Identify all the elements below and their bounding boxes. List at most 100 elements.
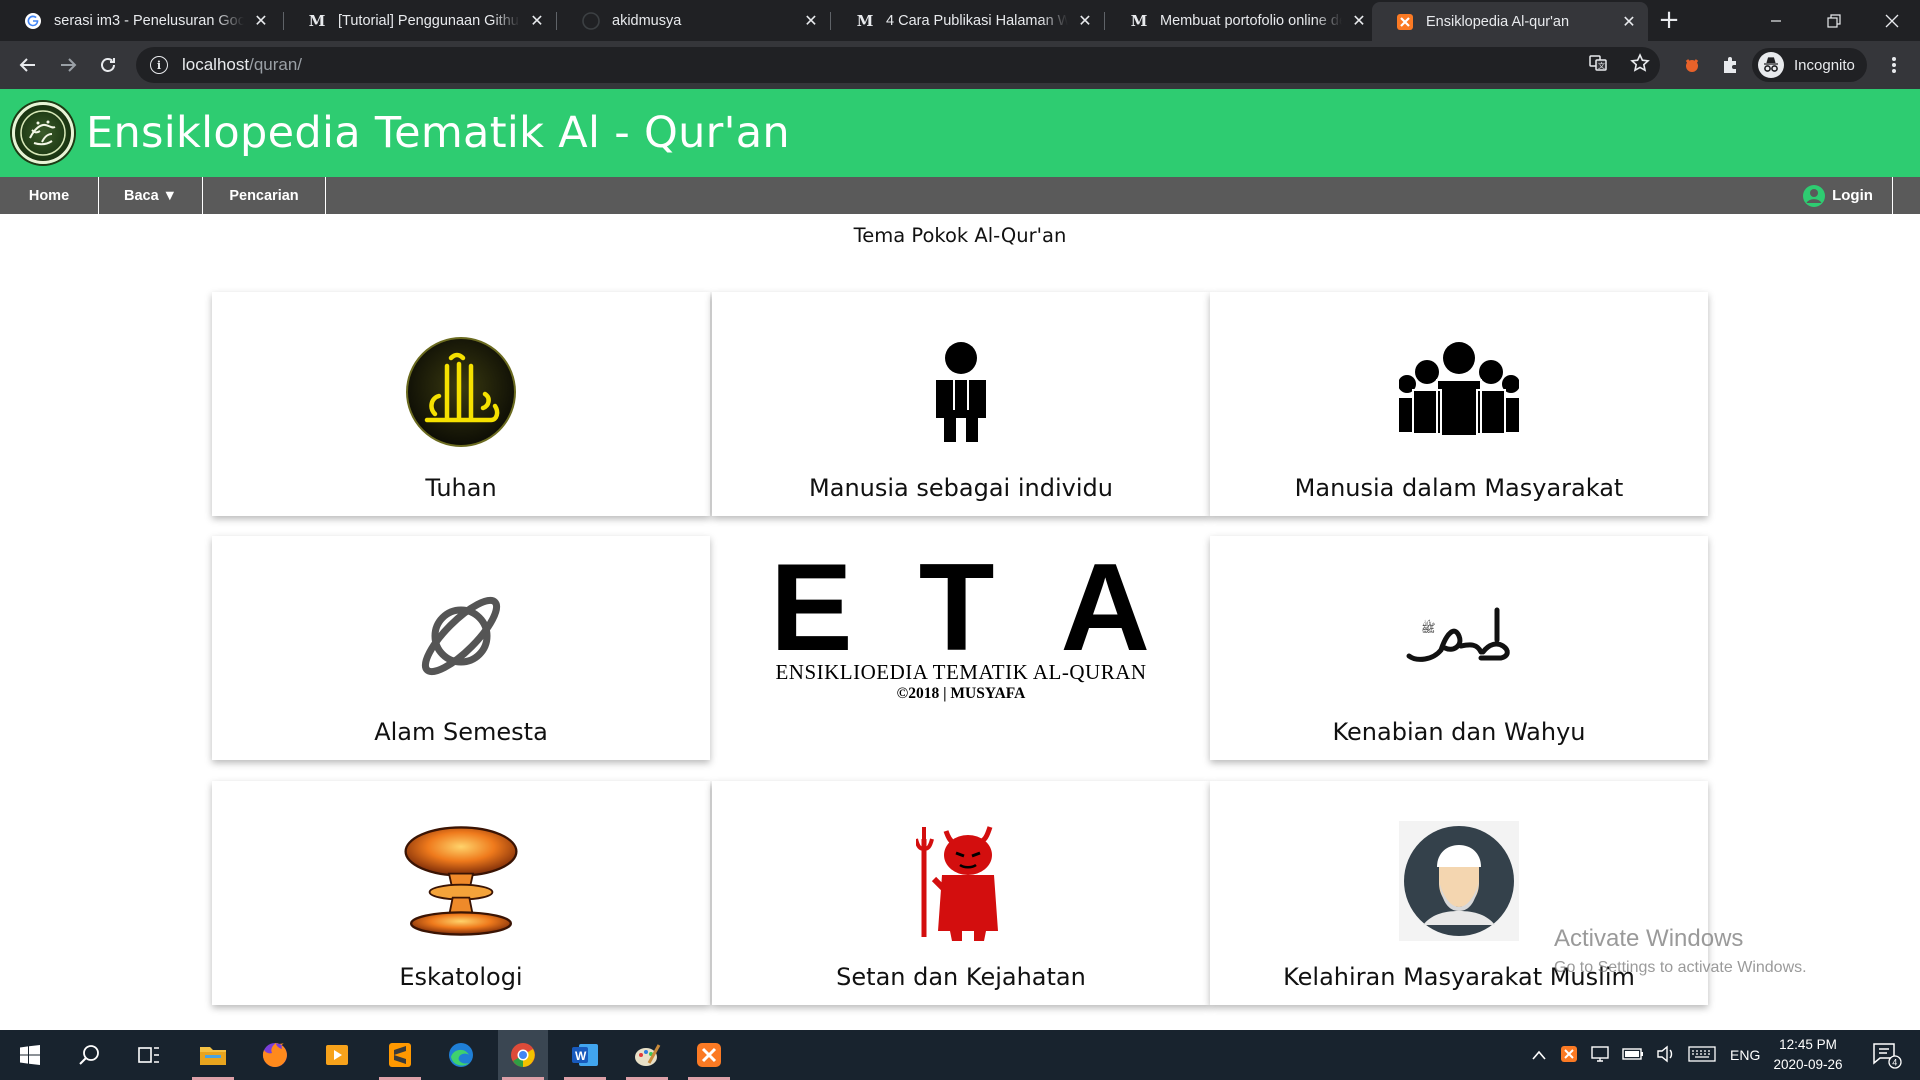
address-bar[interactable]: i localhost/quran/ 文 (136, 47, 1660, 83)
group-icon (1399, 332, 1519, 452)
browser-tab[interactable]: M [Tutorial] Penggunaan Github ✕ (284, 0, 556, 41)
chrome-menu-icon[interactable] (1880, 51, 1908, 79)
theme-card-kenabian[interactable]: ﷺ Kenabian dan Wahyu (1210, 536, 1708, 760)
theme-card-manusia-individu[interactable]: Manusia sebagai individu (712, 292, 1210, 516)
sublime-text-icon[interactable] (375, 1030, 425, 1080)
clock-date: 2020-09-26 (1773, 1057, 1843, 1072)
activate-windows-watermark: Activate Windows Go to Settings to activ… (1554, 925, 1807, 977)
volume-icon[interactable] (1656, 1045, 1676, 1066)
devil-icon (901, 821, 1021, 941)
reload-icon[interactable] (94, 51, 122, 79)
browser-tab[interactable]: M Membuat portofolio online dengan ✕ (1106, 0, 1378, 41)
eta-logo: E T A ENSIKLIOEDIA TEMATIK AL-QURAN ©201… (712, 536, 1210, 760)
incognito-label: Incognito (1794, 56, 1855, 74)
svg-text:ﷺ: ﷺ (1421, 619, 1436, 635)
close-tab-icon[interactable]: ✕ (1076, 11, 1094, 31)
close-tab-icon[interactable]: ✕ (252, 11, 270, 31)
close-tab-icon[interactable]: ✕ (802, 11, 820, 31)
close-tab-icon[interactable]: ✕ (528, 11, 546, 31)
xampp-icon (1396, 13, 1414, 31)
site-header: Ensiklopedia Tematik Al - Qur'an (0, 89, 1920, 177)
nav-pencarian[interactable]: Pencarian (203, 177, 326, 214)
back-icon[interactable] (14, 51, 42, 79)
word-icon[interactable]: W (560, 1030, 610, 1080)
tab-title: serasi im3 - Penelusuran Google (54, 12, 244, 29)
incognito-icon (1758, 52, 1784, 78)
network-icon[interactable] (1590, 1045, 1610, 1066)
notification-count: 4 (1892, 1058, 1897, 1068)
clock-time: 12:45 PM (1779, 1037, 1837, 1052)
windows-taskbar: W ENG 12:45 PM 2020-09-26 4 (0, 1030, 1920, 1080)
tray-overflow-icon[interactable] (1532, 1047, 1546, 1063)
close-tab-icon[interactable]: ✕ (1350, 11, 1368, 31)
bookmark-star-icon[interactable] (1630, 53, 1650, 77)
watermark-title: Activate Windows (1554, 925, 1744, 952)
browser-tab[interactable]: akidmusya ✕ (558, 0, 830, 41)
svg-text:W: W (575, 1049, 587, 1063)
theme-card-tuhan[interactable]: Tuhan (212, 292, 710, 516)
login-button[interactable]: Login (1783, 177, 1893, 214)
new-tab-button[interactable]: + (1656, 7, 1682, 34)
github-icon (582, 11, 600, 30)
notification-center-icon[interactable]: 4 (1862, 1030, 1912, 1080)
card-label: Kenabian dan Wahyu (1332, 718, 1586, 746)
muslim-avatar-icon (1399, 821, 1519, 941)
quran-logo-icon[interactable] (12, 102, 74, 164)
theme-card-eskatologi[interactable]: Eskatologi (212, 781, 710, 1005)
allah-calligraphy-icon (401, 332, 521, 452)
search-icon[interactable] (64, 1030, 114, 1080)
theme-card-manusia-masyarakat[interactable]: Manusia dalam Masyarakat (1210, 292, 1708, 516)
eta-letter: A (1060, 539, 1150, 677)
planet-icon (401, 576, 521, 696)
browser-tab[interactable]: serasi im3 - Penelusuran Google ✕ (0, 0, 280, 41)
task-view-icon[interactable] (124, 1030, 174, 1080)
nav-baca-dropdown[interactable]: Baca ▼ (99, 177, 203, 214)
tray-xampp-icon[interactable] (1560, 1045, 1578, 1066)
tab-title: Membuat portofolio online dengan (1160, 12, 1342, 29)
person-icon (901, 332, 1021, 452)
tab-title: akidmusya (612, 12, 682, 29)
file-explorer-icon[interactable] (188, 1030, 238, 1080)
browser-toolbar: i localhost/quran/ 文 Incognito (0, 41, 1920, 89)
medium-icon: M (1130, 11, 1148, 30)
login-label: Login (1832, 187, 1873, 204)
incognito-indicator[interactable]: Incognito (1752, 48, 1867, 82)
browser-tab-active[interactable]: Ensiklopedia Al-qur'an ✕ (1372, 2, 1648, 41)
paint-icon[interactable] (622, 1030, 672, 1080)
close-window-button[interactable] (1864, 0, 1920, 41)
theme-card-alam-semesta[interactable]: Alam Semesta (212, 536, 710, 760)
firefox-icon[interactable] (250, 1030, 300, 1080)
restore-button[interactable] (1806, 0, 1862, 41)
battery-icon[interactable] (1622, 1047, 1644, 1064)
extensions-puzzle-icon[interactable] (1716, 51, 1744, 79)
windows-start-icon[interactable] (5, 1030, 55, 1080)
medium-icon: M (856, 11, 874, 30)
extension-fox-icon[interactable] (1678, 51, 1706, 79)
card-label: Eskatologi (399, 963, 523, 991)
main-nav: Home Baca ▼ Pencarian Login (0, 177, 1920, 214)
site-info-icon[interactable]: i (150, 56, 168, 74)
browser-tab[interactable]: M 4 Cara Publikasi Halaman Web ✕ (832, 0, 1104, 41)
watermark-subtitle: Go to Settings to activate Windows. (1554, 959, 1807, 976)
url-path: /quran/ (249, 55, 303, 74)
page-heading: Tema Pokok Al-Qur'an (853, 224, 1067, 247)
translate-icon[interactable]: 文 (1588, 53, 1608, 77)
keyboard-icon[interactable] (1688, 1045, 1716, 1065)
svg-text:文: 文 (1598, 61, 1605, 70)
minimize-button[interactable] (1748, 0, 1804, 41)
card-label: Setan dan Kejahatan (836, 963, 1086, 991)
theme-card-setan[interactable]: Setan dan Kejahatan (712, 781, 1210, 1005)
language-indicator[interactable]: ENG (1730, 1047, 1760, 1063)
forward-icon[interactable] (54, 51, 82, 79)
eta-subtitle: ENSIKLIOEDIA TEMATIK AL-QURAN (775, 660, 1147, 684)
chrome-icon[interactable] (498, 1030, 548, 1080)
google-icon (24, 12, 42, 30)
nav-home[interactable]: Home (0, 177, 99, 214)
edge-icon[interactable] (436, 1030, 486, 1080)
media-player-icon[interactable] (312, 1030, 362, 1080)
card-label: Tuhan (425, 474, 497, 502)
user-icon (1802, 184, 1826, 208)
close-tab-icon[interactable]: ✕ (1620, 12, 1638, 32)
taskbar-clock[interactable]: 12:45 PM 2020-09-26 (1760, 1035, 1856, 1075)
xampp-icon[interactable] (684, 1030, 734, 1080)
